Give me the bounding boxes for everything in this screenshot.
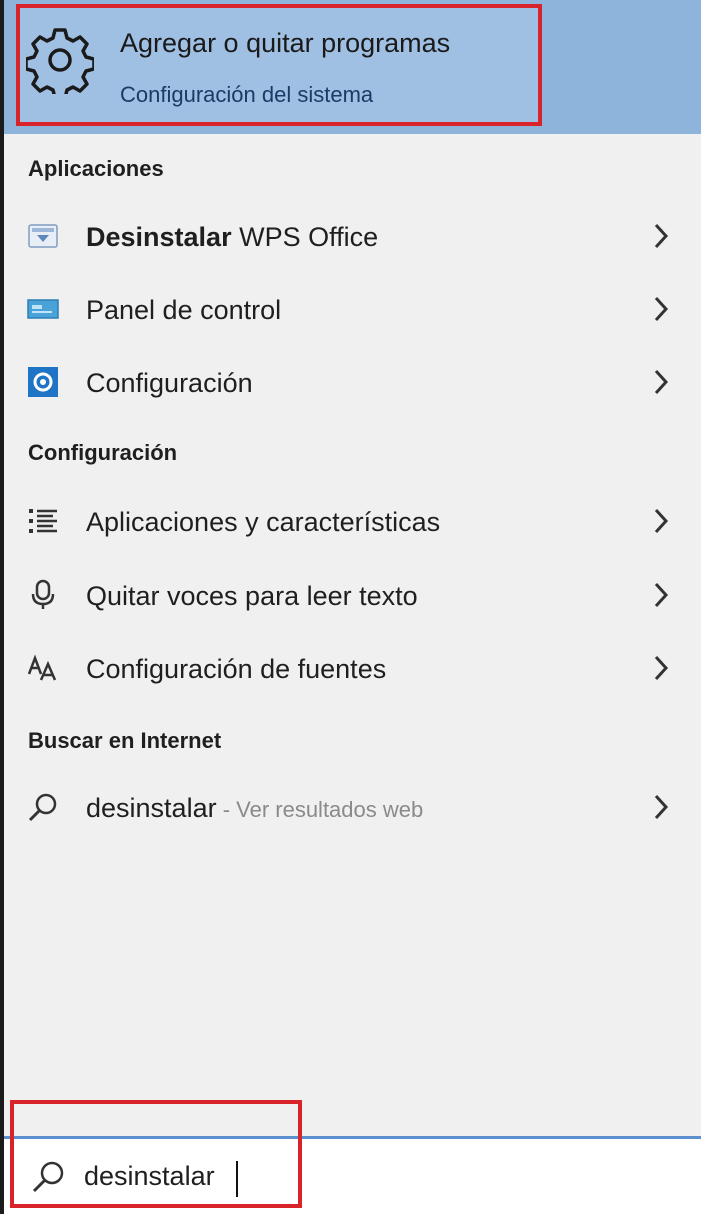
search-icon bbox=[26, 790, 60, 824]
result-item-apps-features[interactable]: Aplicaciones y características bbox=[4, 489, 701, 555]
microphone-icon bbox=[26, 578, 60, 612]
chevron-right-icon bbox=[654, 794, 669, 820]
control-panel-icon bbox=[26, 292, 60, 326]
wps-uninstall-icon bbox=[26, 219, 60, 253]
result-item-remove-voices[interactable]: Quitar voces para leer texto bbox=[4, 563, 701, 629]
best-match-title: Agregar o quitar programas bbox=[120, 28, 451, 58]
chevron-right-icon bbox=[654, 369, 669, 395]
result-item-label: Configuración bbox=[86, 368, 253, 398]
result-item-label: Desinstalar WPS Office bbox=[86, 222, 379, 252]
gear-icon bbox=[26, 28, 94, 94]
section-header-web: Buscar en Internet bbox=[28, 728, 222, 753]
chevron-right-icon bbox=[654, 582, 669, 608]
result-item-settings-app[interactable]: Configuración bbox=[4, 350, 701, 416]
apps-list-icon bbox=[26, 504, 60, 538]
chevron-right-icon bbox=[654, 508, 669, 534]
result-item-wps-uninstall[interactable]: Desinstalar WPS Office bbox=[4, 204, 701, 270]
result-item-control-panel[interactable]: Panel de control bbox=[4, 277, 701, 343]
search-bar[interactable] bbox=[4, 1136, 701, 1214]
settings-app-icon bbox=[26, 365, 60, 399]
result-item-web-search[interactable]: desinstalar - Ver resultados web bbox=[4, 775, 701, 841]
result-item-font-settings[interactable]: Configuración de fuentes bbox=[4, 636, 701, 702]
chevron-right-icon bbox=[654, 655, 669, 681]
best-match-result[interactable]: Agregar o quitar programas Configuración… bbox=[4, 0, 701, 134]
chevron-right-icon bbox=[654, 296, 669, 322]
font-icon bbox=[26, 651, 60, 685]
section-header-apps: Aplicaciones bbox=[28, 156, 164, 181]
chevron-right-icon bbox=[654, 223, 669, 249]
result-item-label: Configuración de fuentes bbox=[86, 654, 387, 684]
result-item-label: Aplicaciones y características bbox=[86, 507, 441, 537]
result-item-label: Panel de control bbox=[86, 295, 282, 325]
result-item-label: desinstalar - Ver resultados web bbox=[86, 793, 424, 823]
text-caret bbox=[236, 1161, 238, 1197]
result-item-label: Quitar voces para leer texto bbox=[86, 581, 418, 611]
search-results-panel: Agregar o quitar programas Configuración… bbox=[0, 0, 701, 1214]
search-icon bbox=[32, 1161, 64, 1193]
search-input[interactable] bbox=[84, 1153, 644, 1199]
section-header-settings: Configuración bbox=[28, 440, 178, 465]
best-match-subtitle: Configuración del sistema bbox=[120, 82, 374, 107]
